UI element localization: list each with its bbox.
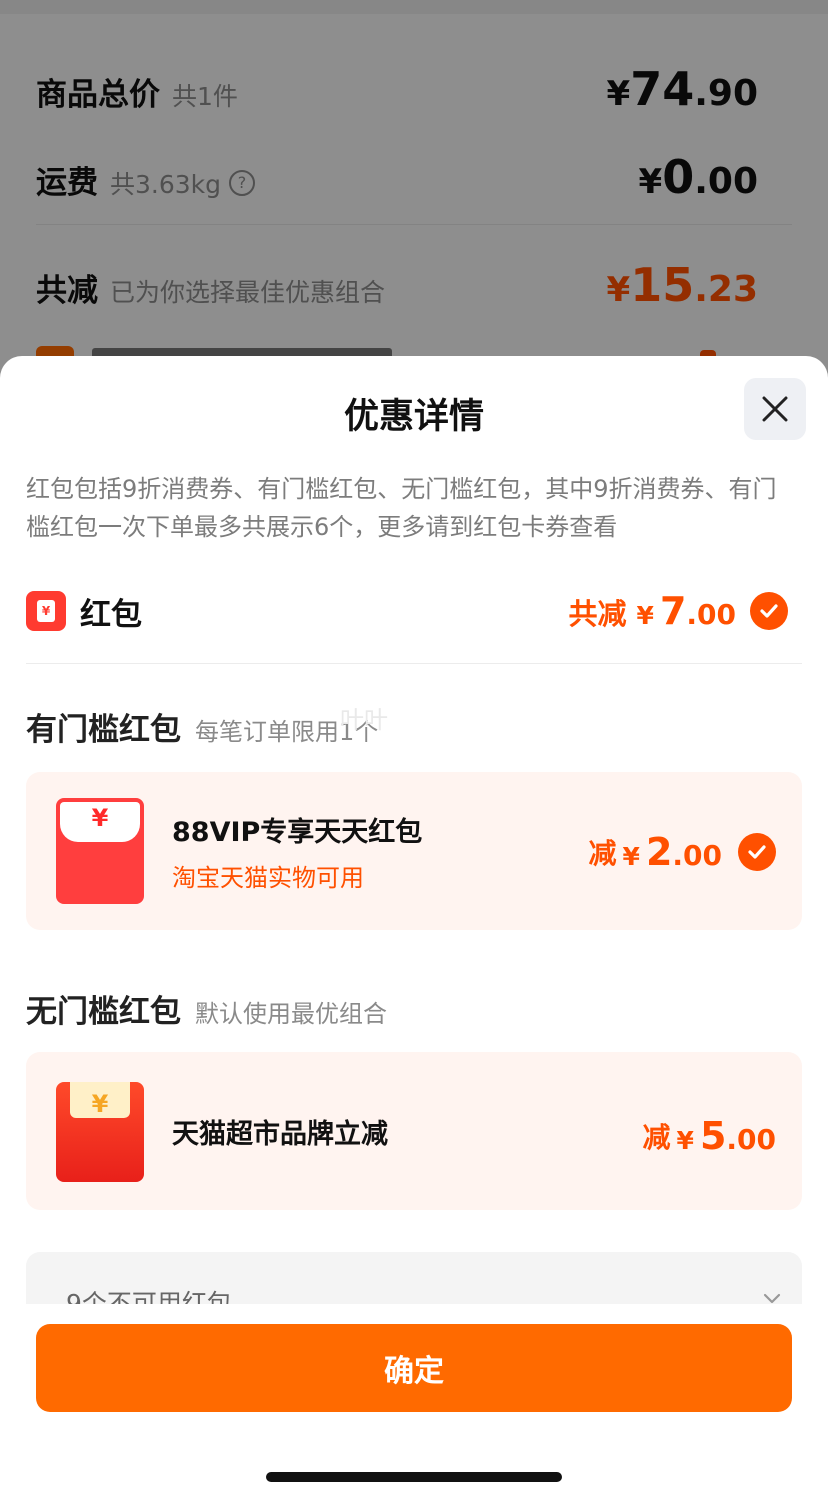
- total-prefix: 共减: [568, 597, 627, 631]
- discount-detail-sheet: 优惠详情 红包包括9折消费券、有门槛红包、无门槛红包，其中9折消费券、有门槛红包…: [0, 356, 828, 1496]
- red-packet-icon: ¥: [26, 591, 66, 631]
- amount-int: 2: [645, 830, 673, 874]
- red-packet-total-amount: ¥7.00: [637, 589, 736, 633]
- amount-prefix: 减: [642, 1121, 671, 1154]
- currency-symbol: ¥: [636, 601, 654, 630]
- red-packet-check[interactable]: [750, 592, 788, 630]
- check-icon: [760, 604, 778, 618]
- currency-symbol: ¥: [676, 1126, 694, 1155]
- card-subtitle: 淘宝天猫实物可用: [172, 864, 364, 892]
- currency-symbol: ¥: [622, 842, 640, 871]
- card-amount-value: ¥2.00: [623, 830, 722, 874]
- red-envelope-icon: ¥: [56, 1082, 144, 1182]
- no-threshold-title: 无门槛红包: [26, 994, 181, 1030]
- check-icon: [748, 845, 766, 859]
- amount-int: 5: [699, 1114, 727, 1158]
- home-indicator[interactable]: [266, 1472, 562, 1482]
- card-name: 88VIP专享天天红包: [172, 817, 423, 848]
- red-packet-total: 共减 ¥7.00: [569, 589, 736, 633]
- amount-dec: .00: [686, 598, 736, 631]
- threshold-title: 有门槛红包: [26, 712, 181, 748]
- amount-dec: .00: [726, 1123, 776, 1156]
- red-packet-card-88vip[interactable]: ¥ 88VIP专享天天红包 淘宝天猫实物可用 减 ¥2.00: [26, 772, 802, 930]
- sheet-description: 红包包括9折消费券、有门槛红包、无门槛红包，其中9折消费券、有门槛红包一次下单最…: [26, 475, 777, 541]
- red-envelope-icon: ¥: [56, 798, 144, 904]
- yen-symbol: ¥: [91, 804, 109, 832]
- amount-prefix: 减: [588, 837, 617, 870]
- no-threshold-section-header: 无门槛红包 默认使用最优组合: [26, 986, 387, 1031]
- amount-dec: .00: [672, 839, 722, 872]
- card-name: 天猫超市品牌立减: [172, 1119, 388, 1150]
- card-amount: 减 ¥2.00: [589, 830, 776, 874]
- threshold-section-header: 有门槛红包 每笔订单限用1个: [26, 704, 378, 749]
- yen-symbol: ¥: [91, 1090, 109, 1118]
- sheet-footer: 确定: [0, 1304, 828, 1496]
- amount-int: 7: [659, 589, 687, 633]
- close-button[interactable]: [744, 378, 806, 440]
- confirm-button[interactable]: 确定: [36, 1324, 792, 1412]
- red-packet-summary-row[interactable]: ¥ 红包 共减 ¥7.00: [26, 588, 788, 634]
- close-icon: [762, 396, 788, 422]
- red-packet-card-tmall-supermarket[interactable]: ¥ 天猫超市品牌立减 减 ¥5.00: [26, 1052, 802, 1210]
- card-check[interactable]: [738, 833, 776, 871]
- yen-symbol: ¥: [37, 600, 55, 622]
- card-amount-value: ¥5.00: [677, 1114, 776, 1158]
- card-amount: 减 ¥5.00: [643, 1114, 776, 1158]
- divider: [26, 663, 802, 664]
- watermark: 叶叶: [340, 706, 388, 734]
- red-packet-label: 红包: [80, 596, 142, 633]
- sheet-title: 优惠详情: [343, 397, 484, 437]
- no-threshold-note: 默认使用最优组合: [195, 1000, 387, 1028]
